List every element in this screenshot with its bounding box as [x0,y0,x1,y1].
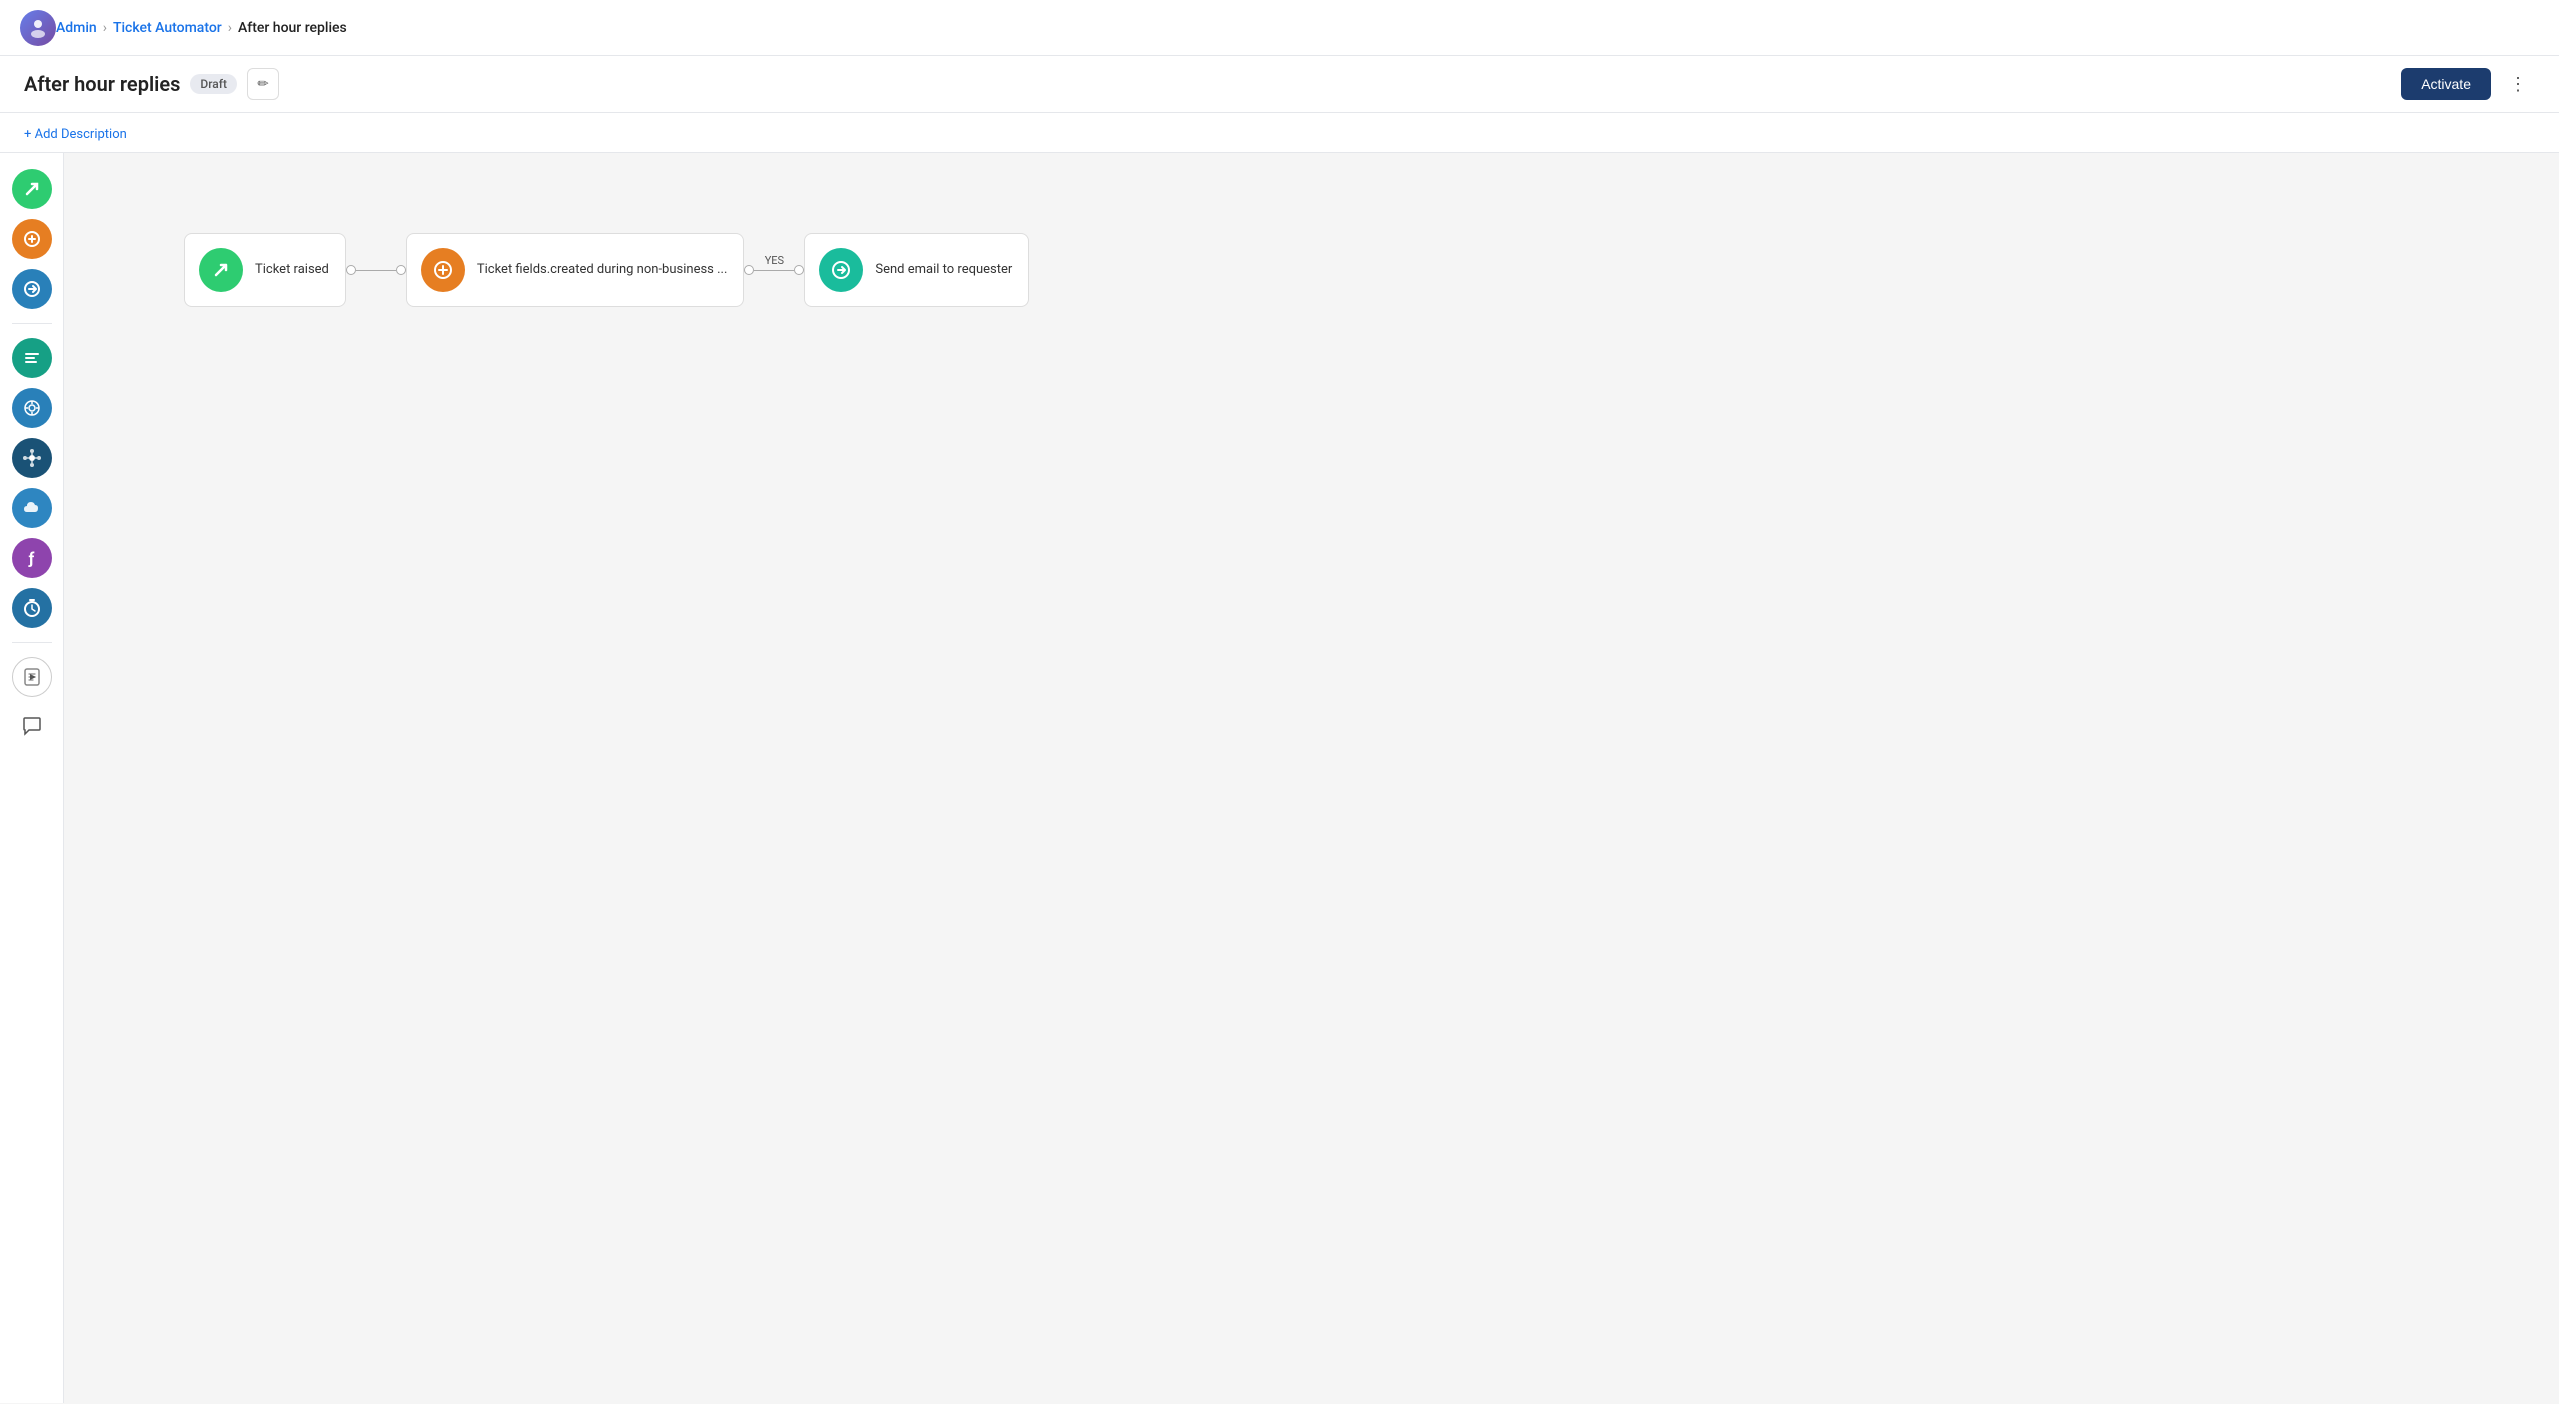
breadcrumb-current: After hour replies [238,20,347,36]
workflow: Ticket raised Ticket fields.created duri… [184,233,1029,307]
sidebar-divider-2 [12,642,52,643]
trigger-node-icon [199,248,243,292]
edit-button[interactable]: ✏ [247,68,279,100]
sidebar-item-hub[interactable] [12,438,52,478]
connector-circle-right-1 [396,265,406,275]
trigger-node-label: Ticket raised [255,261,329,279]
sidebar-item-trigger[interactable] [12,169,52,209]
sidebar-item-assign[interactable] [12,388,52,428]
breadcrumb-automator[interactable]: Ticket Automator [113,20,222,36]
page-title: After hour replies [24,72,180,96]
sidebar-item-chat[interactable] [12,707,52,747]
sidebar-item-action[interactable] [12,269,52,309]
connector-line-2: YES [754,270,794,271]
sidebar-item-timer[interactable] [12,588,52,628]
breadcrumb: Admin › Ticket Automator › After hour re… [56,20,347,36]
sidebar-item-query[interactable] [12,338,52,378]
status-badge: Draft [190,74,237,94]
add-description-link[interactable]: + Add Description [24,127,127,142]
condition-node[interactable]: Ticket fields.created during non-busines… [406,233,745,307]
sidebar-item-cloud[interactable] [12,488,52,528]
main-layout: ƒ [0,153,2559,1403]
activate-button[interactable]: Activate [2401,68,2491,100]
topbar: Admin › Ticket Automator › After hour re… [0,0,2559,56]
sidebar-item-formula[interactable]: ƒ [12,538,52,578]
connector-circle-left-1 [346,265,356,275]
add-description-bar: + Add Description [0,113,2559,153]
connector-line-1 [356,270,396,271]
sidebar-item-doc[interactable] [12,657,52,697]
breadcrumb-admin[interactable]: Admin [56,20,97,36]
sidebar-divider [12,323,52,324]
action-node[interactable]: Send email to requester [804,233,1029,307]
connector-circle-left-2 [744,265,754,275]
condition-node-icon [421,248,465,292]
trigger-node[interactable]: Ticket raised [184,233,346,307]
page-header: After hour replies Draft ✏ Activate ⋮ [0,56,2559,113]
condition-node-label: Ticket fields.created during non-busines… [477,261,728,279]
sidebar-item-condition[interactable] [12,219,52,259]
connector-2: YES [744,265,804,275]
action-node-label: Send email to requester [875,261,1012,279]
avatar [20,10,56,46]
sidebar: ƒ [0,153,64,1403]
connector-label-yes: YES [765,254,784,267]
workflow-canvas: Ticket raised Ticket fields.created duri… [64,153,2559,1403]
action-node-icon [819,248,863,292]
edit-icon: ✏ [257,76,268,92]
connector-1 [346,265,406,275]
connector-circle-right-2 [794,265,804,275]
more-options-button[interactable]: ⋮ [2501,70,2535,99]
